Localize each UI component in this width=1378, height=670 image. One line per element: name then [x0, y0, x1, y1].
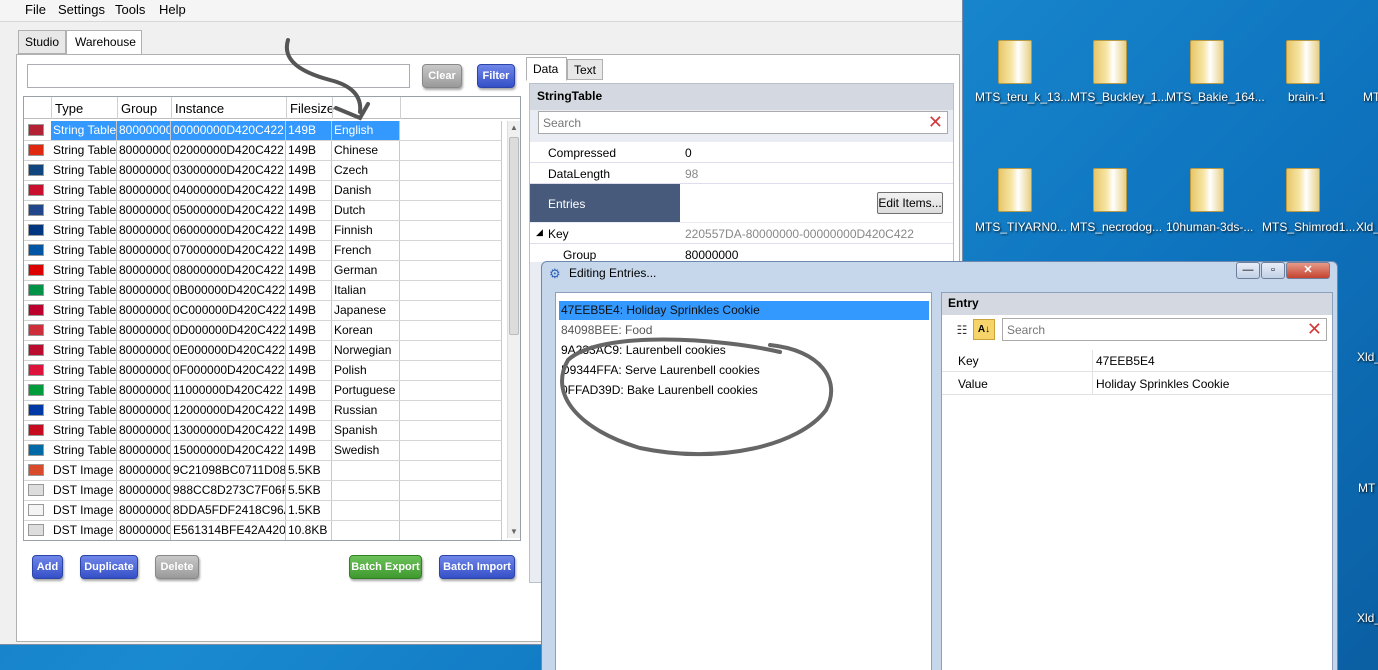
- circle-annotation: [560, 337, 834, 457]
- arrow-head-annotation: [334, 102, 370, 121]
- arrow-annotation: [284, 38, 363, 114]
- annotation-overlay: [284, 38, 834, 457]
